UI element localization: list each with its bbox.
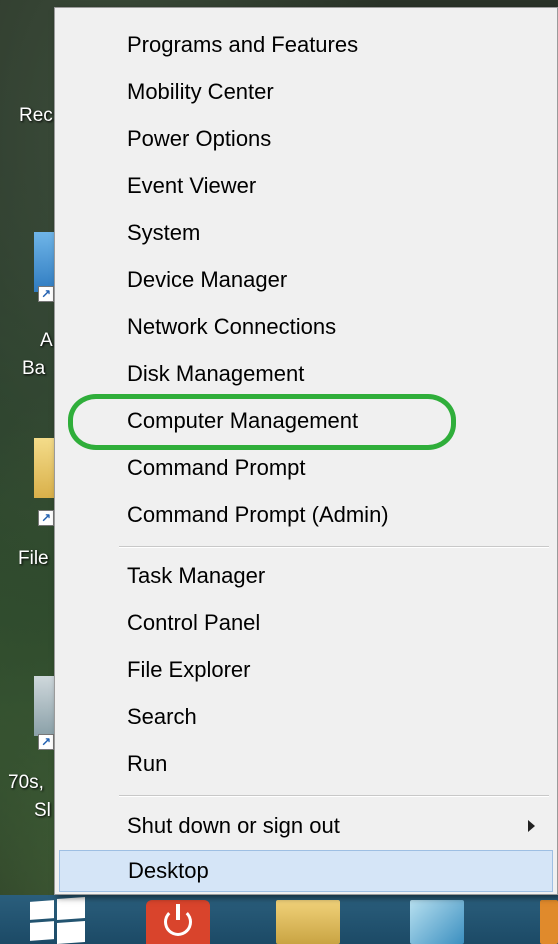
- menu-separator: [119, 795, 549, 797]
- menu-item-label: Device Manager: [127, 267, 288, 292]
- menu-item-run[interactable]: Run: [59, 744, 553, 784]
- menu-item-label: Power Options: [127, 126, 272, 151]
- menu-item-desktop[interactable]: Desktop: [59, 850, 553, 892]
- power-user-context-menu: Programs and Features Mobility Center Po…: [54, 7, 558, 895]
- desktop-icon-label: 70s,: [8, 772, 44, 793]
- menu-item-event-viewer[interactable]: Event Viewer: [59, 166, 553, 206]
- menu-item-label: System: [127, 220, 201, 245]
- desktop-icon-label: Ba: [22, 358, 46, 379]
- menu-item-label: Search: [127, 704, 197, 729]
- menu-item-computer-management[interactable]: Computer Management: [59, 401, 553, 441]
- menu-item-programs-and-features[interactable]: Programs and Features: [59, 25, 553, 65]
- app-taskbar-icon[interactable]: [540, 900, 558, 944]
- menu-item-control-panel[interactable]: Control Panel: [59, 603, 553, 643]
- menu-item-label: Command Prompt (Admin): [127, 502, 389, 527]
- menu-item-label: Network Connections: [127, 314, 337, 339]
- menu-item-command-prompt[interactable]: Command Prompt: [59, 448, 553, 488]
- menu-item-system[interactable]: System: [59, 213, 553, 253]
- menu-item-file-explorer[interactable]: File Explorer: [59, 650, 553, 690]
- menu-item-label: File Explorer: [127, 657, 251, 682]
- menu-item-shut-down-or-sign-out[interactable]: Shut down or sign out: [59, 806, 553, 846]
- power-app-taskbar-icon[interactable]: [146, 900, 210, 944]
- app-taskbar-icon[interactable]: [410, 900, 464, 944]
- shortcut-arrow-icon: ↗: [38, 286, 54, 302]
- desktop-icon-label: Sl: [34, 800, 51, 821]
- file-explorer-taskbar-icon[interactable]: [276, 900, 340, 944]
- menu-item-label: Command Prompt: [127, 455, 306, 480]
- submenu-arrow-icon: [528, 820, 535, 832]
- desktop-icon-label: A: [40, 330, 53, 351]
- menu-separator: [119, 546, 549, 548]
- menu-item-label: Shut down or sign out: [127, 813, 340, 838]
- menu-item-label: Event Viewer: [127, 173, 257, 198]
- shortcut-arrow-icon: ↗: [38, 510, 54, 526]
- desktop-icon-label-recycle: Rec: [19, 105, 53, 126]
- menu-item-label: Desktop: [128, 858, 209, 883]
- menu-item-label: Programs and Features: [127, 32, 359, 57]
- menu-item-label: Task Manager: [127, 563, 266, 588]
- menu-item-label: Computer Management: [127, 408, 359, 433]
- menu-item-label: Mobility Center: [127, 79, 274, 104]
- menu-item-disk-management[interactable]: Disk Management: [59, 354, 553, 394]
- menu-item-search[interactable]: Search: [59, 697, 553, 737]
- menu-item-mobility-center[interactable]: Mobility Center: [59, 72, 553, 112]
- menu-item-label: Run: [127, 751, 168, 776]
- menu-item-label: Disk Management: [127, 361, 305, 386]
- menu-item-label: Control Panel: [127, 610, 261, 635]
- menu-item-task-manager[interactable]: Task Manager: [59, 556, 553, 596]
- menu-item-network-connections[interactable]: Network Connections: [59, 307, 553, 347]
- menu-item-power-options[interactable]: Power Options: [59, 119, 553, 159]
- windows-start-icon[interactable]: [18, 893, 88, 944]
- desktop-icon-label-file: File: [18, 548, 49, 569]
- menu-item-device-manager[interactable]: Device Manager: [59, 260, 553, 300]
- menu-item-command-prompt-admin[interactable]: Command Prompt (Admin): [59, 495, 553, 535]
- shortcut-arrow-icon: ↗: [38, 734, 54, 750]
